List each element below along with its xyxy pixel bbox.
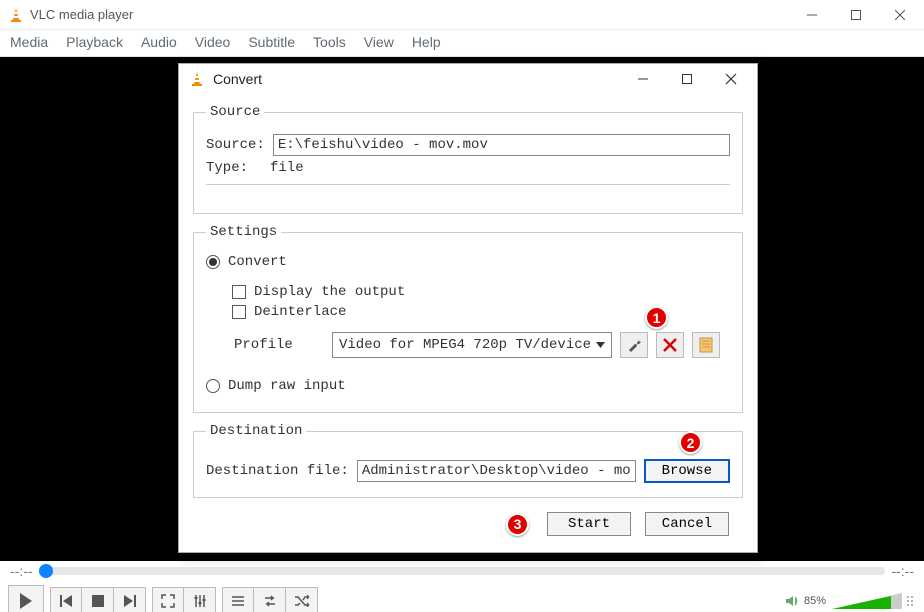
skip-next-icon [123,594,137,608]
delete-profile-button[interactable] [656,332,684,358]
loop-icon [262,595,278,607]
menu-playback[interactable]: Playback [66,34,123,50]
browse-button[interactable]: Browse [644,459,730,483]
speaker-icon [784,593,800,609]
new-profile-button[interactable] [692,332,720,358]
vlc-icon [8,7,24,23]
settings-legend: Settings [206,224,281,240]
playback-controls: 85% [0,581,924,612]
time-total: --:-- [891,563,914,579]
play-icon [19,593,33,609]
dialog-titlebar: Convert [179,64,757,94]
skip-prev-icon [59,594,73,608]
callout-1: 1 [645,306,668,329]
menu-view[interactable]: View [364,34,394,50]
profile-select[interactable]: Video for MPEG4 720p TV/device [332,332,612,358]
destination-fieldset: Destination Destination file: Browse 2 [193,423,743,498]
playlist-icon [231,595,245,607]
convert-radio-label: Convert [228,254,287,270]
wrench-icon [626,337,642,353]
cancel-button[interactable]: Cancel [645,512,729,536]
menu-audio[interactable]: Audio [141,34,177,50]
volume-control: 85% [784,591,916,611]
next-button[interactable] [114,587,146,612]
profile-label: Profile [234,337,324,353]
video-area: Convert Source Source: Type: file [0,57,924,561]
document-icon [699,337,713,353]
seek-track[interactable] [39,567,886,575]
source-input[interactable] [273,134,730,156]
vlc-icon [189,71,205,87]
callout-3: 3 [506,513,529,536]
dump-radio-label: Dump raw input [228,378,346,394]
seek-thumb[interactable] [39,564,53,578]
dialog-maximize-button[interactable] [665,65,709,93]
volume-percent: 85% [804,595,826,607]
display-output-checkbox[interactable] [232,285,246,299]
convert-radio[interactable] [206,255,220,269]
grip-icon [906,594,916,608]
equalizer-icon [193,594,207,608]
loop-button[interactable] [254,587,286,612]
volume-slider[interactable] [832,591,902,611]
settings-fieldset: Settings Convert Display the output Dein… [193,224,743,413]
extended-settings-button[interactable] [184,587,216,612]
dialog-close-button[interactable] [709,65,753,93]
previous-button[interactable] [50,587,82,612]
shuffle-button[interactable] [286,587,318,612]
source-fieldset: Source Source: Type: file [193,104,743,214]
convert-dialog: Convert Source Source: Type: file [178,63,758,553]
edit-profile-button[interactable] [620,332,648,358]
minimize-button[interactable] [790,1,834,29]
menu-help[interactable]: Help [412,34,441,50]
destination-file-input[interactable] [357,460,636,482]
type-value: file [270,160,304,176]
dump-radio[interactable] [206,379,220,393]
menu-tools[interactable]: Tools [313,34,346,50]
display-output-label: Display the output [254,284,405,300]
source-legend: Source [206,104,264,120]
profile-value: Video for MPEG4 720p TV/device [339,337,591,353]
chevron-down-icon [596,337,605,353]
start-button[interactable]: Start [547,512,631,536]
source-label: Source: [206,137,265,153]
play-button[interactable] [8,585,44,612]
divider [206,184,730,185]
menu-media[interactable]: Media [10,34,48,50]
x-icon [663,338,677,352]
maximize-button[interactable] [834,1,878,29]
time-elapsed: --:-- [10,563,33,579]
callout-2: 2 [679,431,702,454]
window-title: VLC media player [30,7,790,22]
deinterlace-label: Deinterlace [254,304,346,320]
type-label: Type: [206,160,262,176]
menu-subtitle[interactable]: Subtitle [248,34,295,50]
close-button[interactable] [878,1,922,29]
deinterlace-checkbox[interactable] [232,305,246,319]
destination-file-label: Destination file: [206,463,349,479]
fullscreen-button[interactable] [152,587,184,612]
dialog-title: Convert [213,71,621,87]
main-titlebar: VLC media player [0,0,924,30]
seek-bar: --:-- --:-- [0,561,924,581]
stop-icon [92,595,104,607]
stop-button[interactable] [82,587,114,612]
fullscreen-icon [161,594,175,608]
destination-legend: Destination [206,423,306,439]
menu-video[interactable]: Video [195,34,231,50]
playlist-button[interactable] [222,587,254,612]
dialog-minimize-button[interactable] [621,65,665,93]
shuffle-icon [294,595,310,607]
menubar: Media Playback Audio Video Subtitle Tool… [0,30,924,57]
